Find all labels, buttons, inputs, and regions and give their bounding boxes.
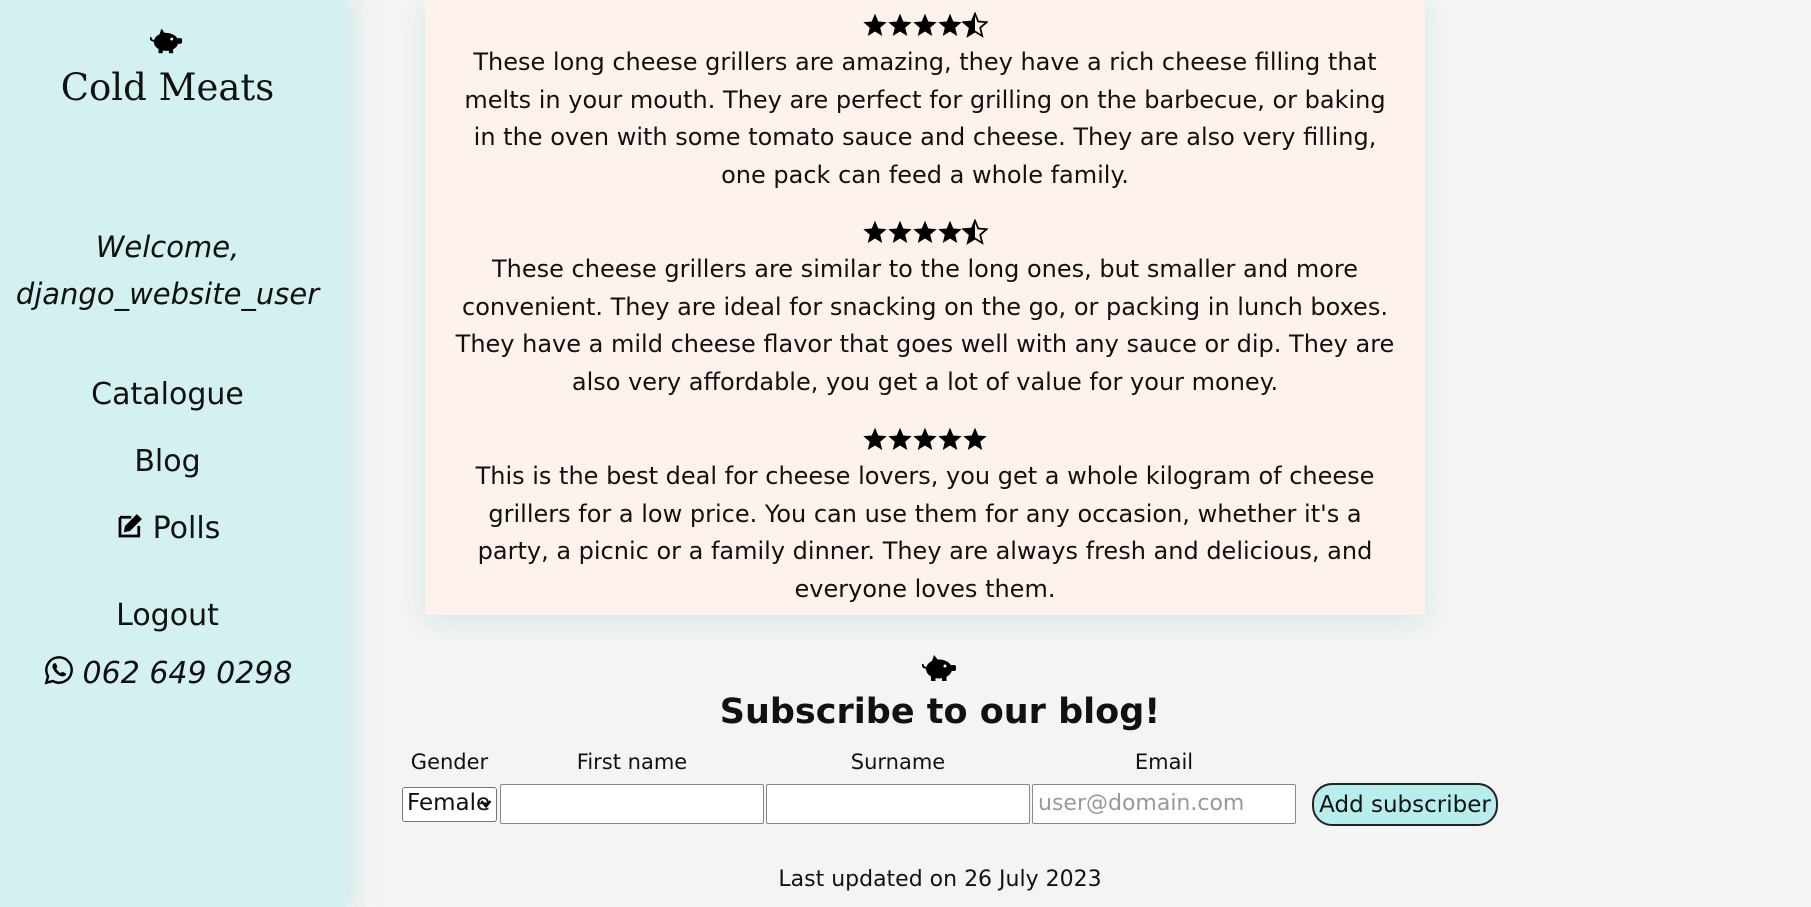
whatsapp-icon — [44, 656, 73, 685]
email-input[interactable]: user@domain.com — [1032, 784, 1296, 824]
gender-value: Female — [407, 790, 491, 816]
nav-polls-label: Polls — [152, 511, 221, 546]
phone-number: 062 649 0298 — [82, 656, 293, 691]
review-item: This is the best deal for cheese lovers,… — [455, 424, 1395, 608]
nav-blog[interactable]: Blog — [0, 444, 335, 479]
rating-stars-icon — [863, 12, 988, 37]
add-subscriber-button[interactable]: Add subscriber — [1312, 783, 1498, 826]
subscribe-title: Subscribe to our blog! — [719, 692, 1161, 732]
gender-select[interactable]: Female — [402, 787, 497, 822]
nav-catalogue[interactable]: Catalogue — [0, 377, 335, 412]
piggy-icon — [150, 26, 184, 54]
surname-input[interactable] — [766, 784, 1030, 824]
edit-icon — [118, 514, 142, 538]
brand-title[interactable]: Cold Meats — [0, 66, 335, 109]
username: django_website_user — [15, 277, 320, 311]
nav-logout[interactable]: Logout — [0, 598, 335, 633]
email-label: Email — [1134, 750, 1194, 774]
firstname-input[interactable] — [500, 784, 764, 824]
nav-polls[interactable]: Polls — [0, 511, 335, 546]
review-text: This is the best deal for cheese lovers,… — [475, 462, 1375, 603]
piggy-icon — [922, 652, 958, 682]
welcome-message: Welcome, django_website_user — [0, 224, 335, 318]
review-item: These cheese grillers are similar to the… — [455, 217, 1395, 401]
phone-contact[interactable]: 062 649 0298 — [0, 654, 335, 691]
firstname-label: First name — [576, 750, 688, 774]
review-text: These long cheese grillers are amazing, … — [464, 48, 1386, 189]
chevron-down-icon — [480, 800, 492, 809]
sidebar: Cold Meats Welcome, django_website_user … — [0, 0, 345, 907]
review-text: These cheese grillers are similar to the… — [455, 255, 1395, 396]
surname-label: Surname — [850, 750, 946, 774]
reviews-card: These long cheese grillers are amazing, … — [425, 0, 1425, 615]
rating-stars-icon — [863, 219, 988, 244]
gender-label: Gender — [410, 750, 489, 774]
welcome-line: Welcome, — [95, 230, 240, 264]
rating-stars-icon — [863, 427, 987, 451]
review-item: These long cheese grillers are amazing, … — [455, 10, 1395, 194]
last-updated: Last updated on 26 July 2023 — [778, 867, 1102, 892]
